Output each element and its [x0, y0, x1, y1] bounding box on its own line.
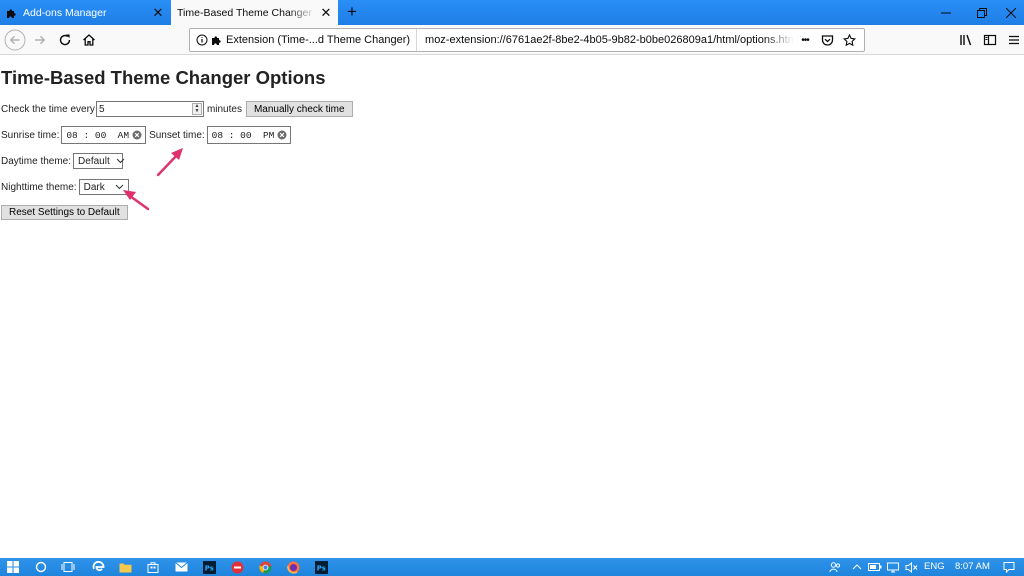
sidebar-button[interactable]: [978, 28, 1002, 52]
reset-settings-button[interactable]: Reset Settings to Default: [1, 205, 128, 220]
menu-button[interactable]: [1004, 28, 1024, 52]
pocket-icon[interactable]: [816, 30, 838, 50]
url-bar[interactable]: Extension (Time-...d Theme Changer) moz-…: [189, 28, 865, 52]
minimize-button[interactable]: [926, 0, 966, 25]
firefox-icon[interactable]: [286, 560, 300, 574]
tab-addons-manager[interactable]: Add-ons Manager ✕: [0, 0, 170, 25]
sunset-time-input[interactable]: 08 : 00 PM: [206, 126, 292, 144]
mail-icon[interactable]: [174, 560, 188, 574]
sunset-time-value: 08 : 00 PM: [211, 129, 275, 141]
daytime-theme-select[interactable]: Default: [73, 153, 125, 169]
svg-text:Ps: Ps: [316, 564, 325, 572]
back-button[interactable]: [3, 28, 27, 52]
close-icon[interactable]: ✕: [148, 3, 168, 23]
spin-down-icon[interactable]: ▼: [194, 109, 199, 114]
people-icon[interactable]: [828, 560, 842, 574]
close-icon[interactable]: ✕: [316, 3, 336, 23]
sunrise-time-value: 08 : 00 AM: [66, 129, 130, 141]
store-icon[interactable]: [146, 560, 160, 574]
nighttime-selected: Dark: [83, 181, 105, 193]
input-language[interactable]: ENG: [924, 561, 945, 572]
info-icon[interactable]: [196, 34, 208, 46]
restore-button[interactable]: [962, 0, 1002, 25]
page-actions-icon[interactable]: •••: [794, 30, 816, 50]
daytime-selected: Default: [78, 155, 110, 167]
tab-label: Time-Based Theme Changer Options: [177, 6, 316, 19]
photoshop-icon[interactable]: Ps: [314, 560, 328, 574]
nighttime-row: Nighttime theme: Dark: [1, 179, 129, 195]
home-button[interactable]: [77, 28, 101, 52]
home-icon: [83, 34, 95, 46]
notifications-icon[interactable]: [1002, 560, 1016, 574]
tab-label: Add-ons Manager: [23, 6, 107, 19]
forward-button[interactable]: [28, 28, 52, 52]
close-window-button[interactable]: [998, 0, 1024, 25]
network-icon[interactable]: [886, 560, 900, 574]
daytime-label: Daytime theme:: [1, 155, 72, 167]
svg-text:Ps: Ps: [204, 564, 213, 572]
page-title: Time-Based Theme Changer Options: [1, 67, 326, 88]
hamburger-menu-icon: [1009, 35, 1019, 45]
minimize-icon: [941, 12, 951, 13]
reload-icon: [59, 34, 71, 46]
reset-row: Reset Settings to Default: [1, 205, 128, 220]
reload-button[interactable]: [53, 28, 77, 52]
options-page: Time-Based Theme Changer Options Check t…: [0, 56, 1024, 558]
system-clock[interactable]: 8:07 AM: [955, 561, 990, 572]
close-window-icon: [1006, 7, 1016, 18]
puzzle-icon: [6, 7, 18, 19]
interval-value: 5: [98, 103, 105, 115]
annotation-arrow-icon: [123, 190, 150, 211]
red-circle-app-icon[interactable]: [230, 560, 244, 574]
windows-taskbar: Ps Ps ENG 8:07 AM: [0, 558, 1024, 576]
chrome-icon[interactable]: [258, 560, 272, 574]
back-arrow-icon: [4, 29, 26, 51]
site-identity[interactable]: Extension (Time-...d Theme Changer): [190, 29, 418, 51]
library-button[interactable]: [954, 28, 978, 52]
volume-muted-icon[interactable]: [904, 560, 918, 574]
task-view-icon[interactable]: [61, 560, 75, 574]
tab-strip: Add-ons Manager ✕ Time-Based Theme Chang…: [0, 0, 1024, 25]
identity-label: Extension (Time-...d Theme Changer): [226, 34, 411, 46]
windows-start-icon[interactable]: [6, 560, 20, 574]
url-text[interactable]: moz-extension://6761ae2f-8be2-4b05-9b82-…: [417, 34, 794, 46]
interval-label-prefix: Check the time every: [1, 103, 95, 115]
sunrise-time-input[interactable]: 08 : 00 AM: [61, 126, 147, 144]
sunrise-label: Sunrise time:: [1, 129, 60, 141]
bookmark-star-icon[interactable]: [838, 30, 860, 50]
interval-row: Check the time every 5 ▲ ▼ minutes Manua…: [1, 101, 353, 117]
forward-arrow-icon: [35, 35, 46, 45]
cortana-icon[interactable]: [34, 560, 48, 574]
manually-check-time-button[interactable]: Manually check time: [245, 101, 353, 117]
chevron-down-icon: [116, 158, 125, 164]
clear-icon[interactable]: [132, 130, 142, 140]
chevron-up-icon[interactable]: [850, 560, 864, 574]
daytime-row: Daytime theme: Default: [1, 153, 125, 169]
puzzle-icon: [211, 34, 223, 46]
spinner-buttons[interactable]: ▲ ▼: [191, 103, 202, 115]
interval-label-suffix: minutes: [206, 103, 242, 115]
file-explorer-icon[interactable]: [118, 560, 132, 574]
photoshop-icon[interactable]: Ps: [202, 560, 216, 574]
tab-theme-changer-options[interactable]: Time-Based Theme Changer Options ✕: [171, 0, 338, 25]
sunset-label: Sunset time:: [149, 129, 205, 141]
time-row: Sunrise time: 08 : 00 AM Sunset time: 08…: [1, 126, 294, 144]
annotation-arrow-icon: [156, 148, 183, 177]
library-icon: [960, 34, 972, 46]
clear-icon[interactable]: [277, 130, 287, 140]
restore-icon: [977, 7, 987, 18]
nighttime-label: Nighttime theme:: [1, 181, 77, 193]
edge-icon[interactable]: [91, 560, 105, 574]
interval-input[interactable]: 5 ▲ ▼: [95, 101, 204, 117]
new-tab-button[interactable]: +: [342, 2, 362, 22]
battery-icon[interactable]: [868, 560, 882, 574]
sidebar-icon: [983, 34, 997, 46]
